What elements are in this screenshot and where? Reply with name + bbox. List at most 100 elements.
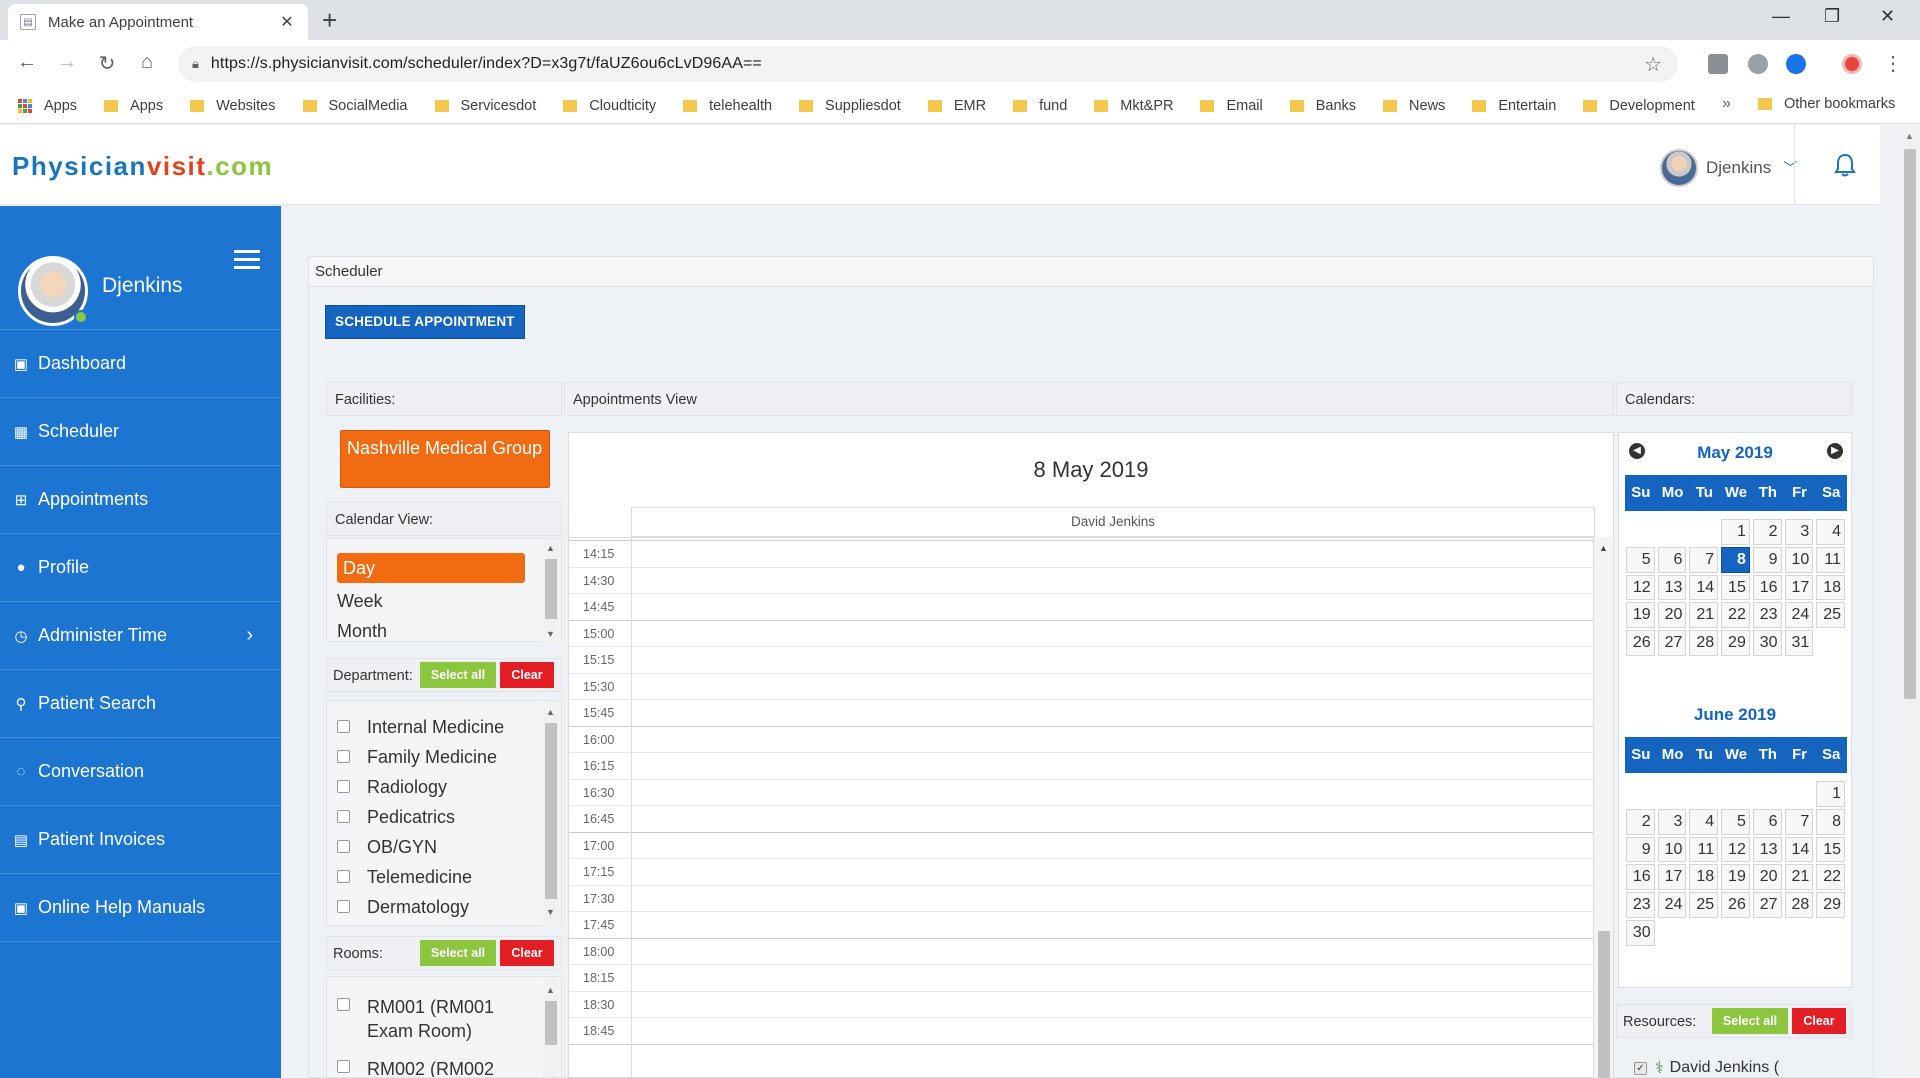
time-slot-row[interactable]: 16:45: [569, 806, 1593, 833]
calendar-day[interactable]: 25: [1689, 892, 1719, 918]
browser-tab[interactable]: ▤ Make an Appointment ✕: [8, 4, 308, 40]
calendar-day[interactable]: 2: [1752, 519, 1782, 545]
scroll-up-arrow-icon[interactable]: ▲: [546, 985, 555, 995]
time-slot-row[interactable]: 14:30: [569, 568, 1593, 594]
calendar-day[interactable]: 26: [1626, 630, 1655, 656]
calendar-day[interactable]: 19: [1721, 864, 1750, 891]
calendar-day[interactable]: 21: [1689, 602, 1719, 629]
address-bar[interactable]: 🔒︎ https://s.physicianvisit.com/schedule…: [178, 46, 1678, 82]
extension-icon-2[interactable]: [1748, 54, 1768, 74]
page-scrollbar[interactable]: ▲: [1900, 125, 1920, 1078]
department-select-all-button[interactable]: Select all: [420, 662, 496, 688]
calendar-day[interactable]: 18: [1689, 864, 1719, 891]
calendar-day[interactable]: 19: [1626, 602, 1655, 629]
calendar-day[interactable]: 2: [1626, 808, 1655, 835]
rooms-select-all-button[interactable]: Select all: [420, 940, 496, 966]
calendar-day[interactable]: 14: [1784, 836, 1814, 863]
department-clear-button[interactable]: Clear: [500, 662, 554, 688]
calendar-day[interactable]: 7: [1689, 546, 1719, 573]
rooms-scrollbar[interactable]: ▲: [543, 977, 559, 1077]
checkbox[interactable]: [337, 840, 350, 853]
resources-clear-button[interactable]: Clear: [1792, 1008, 1846, 1034]
checkbox[interactable]: [337, 1060, 350, 1073]
sidebar-item-scheduler[interactable]: ▦ Scheduler: [0, 398, 281, 466]
calendar-day[interactable]: 29: [1721, 630, 1750, 656]
checkbox[interactable]: [337, 998, 350, 1011]
scroll-thumb[interactable]: [545, 723, 557, 899]
calendar-day[interactable]: 8: [1816, 808, 1845, 835]
checkbox[interactable]: [337, 810, 350, 823]
calendar-day[interactable]: 10: [1784, 546, 1814, 573]
browser-menu-icon[interactable]: ⋮: [1880, 51, 1906, 76]
calendar-day[interactable]: 13: [1752, 836, 1782, 863]
time-slot-row[interactable]: 18:45: [569, 1018, 1593, 1045]
time-slot-row[interactable]: 16:15: [569, 753, 1593, 780]
bookmark-folder[interactable]: News: [1383, 98, 1445, 114]
calendar-day[interactable]: 14: [1689, 574, 1719, 601]
room-item[interactable]: RM002 (RM002: [337, 1057, 527, 1077]
time-slot-row[interactable]: 15:15: [569, 647, 1593, 674]
bookmark-folder[interactable]: Banks: [1289, 98, 1356, 114]
calendar-day[interactable]: 31: [1784, 630, 1814, 656]
bookmark-folder[interactable]: Cloudticity: [563, 98, 656, 114]
calendar-day[interactable]: 16: [1752, 574, 1782, 601]
calendar-day[interactable]: 6: [1752, 808, 1782, 835]
time-slot-row[interactable]: 17:15: [569, 859, 1593, 886]
restore-window-icon[interactable]: ❐: [1824, 6, 1840, 27]
bookmark-folder[interactable]: telehealth: [683, 98, 772, 114]
checkbox[interactable]: [337, 750, 350, 763]
calendar-view-month[interactable]: Month: [337, 621, 387, 642]
calendar-day[interactable]: 12: [1626, 574, 1655, 601]
calendar-day[interactable]: 22: [1721, 602, 1750, 629]
bookmark-folder[interactable]: fund: [1013, 98, 1067, 114]
minimize-window-icon[interactable]: —: [1772, 6, 1790, 27]
more-bookmarks-button[interactable]: »: [1722, 95, 1731, 113]
close-tab-icon[interactable]: ✕: [278, 12, 296, 32]
calendar-day[interactable]: 4: [1689, 808, 1719, 835]
bookmark-star-icon[interactable]: ☆: [1644, 52, 1662, 77]
calendar-day[interactable]: 1: [1816, 781, 1845, 807]
calendar-day[interactable]: 15: [1721, 574, 1750, 601]
calendar-day[interactable]: 20: [1752, 864, 1782, 891]
calendar-day[interactable]: 24: [1657, 892, 1687, 918]
time-slot-row[interactable]: 16:30: [569, 780, 1593, 806]
calendar-day[interactable]: 5: [1721, 808, 1750, 835]
time-slot-row[interactable]: 15:45: [569, 700, 1593, 727]
calendar-day[interactable]: 30: [1626, 920, 1655, 946]
bookmark-folder[interactable]: Apps: [104, 98, 163, 114]
sidebar-item-appointments[interactable]: ⊞ Appointments: [0, 466, 281, 534]
checkbox-checked[interactable]: ✓: [1634, 1061, 1647, 1075]
bookmark-folder[interactable]: Development: [1583, 98, 1695, 114]
bookmark-folder[interactable]: Suppliesdot: [799, 98, 901, 114]
notification-bell-icon[interactable]: [1834, 153, 1856, 177]
calendar-view-scrollbar[interactable]: ▲ ▼: [543, 539, 559, 643]
sidebar-item-online-help-manuals[interactable]: ▣ Online Help Manuals: [0, 874, 281, 942]
back-arrow-icon[interactable]: ←: [14, 51, 40, 74]
calendar-day[interactable]: 17: [1784, 574, 1814, 601]
calendar-day[interactable]: 29: [1816, 892, 1845, 918]
calendar-day-selected[interactable]: 8: [1721, 546, 1750, 573]
time-slot-row[interactable]: 18:15: [569, 965, 1593, 992]
department-item[interactable]: Family Medicine: [337, 747, 497, 768]
scroll-up-arrow-icon[interactable]: ▲: [1905, 131, 1914, 141]
calendar-day[interactable]: 23: [1626, 892, 1655, 918]
calendar-day[interactable]: 11: [1689, 836, 1719, 863]
other-bookmarks[interactable]: Other bookmarks: [1758, 96, 1895, 112]
home-icon[interactable]: ⌂: [134, 51, 160, 74]
page-scroll-thumb[interactable]: [1904, 149, 1916, 699]
checkbox[interactable]: [337, 720, 350, 733]
calendar-day[interactable]: 3: [1784, 519, 1814, 545]
time-slot-row[interactable]: 14:45: [569, 594, 1593, 621]
new-tab-button[interactable]: +: [322, 6, 337, 34]
calendar-day[interactable]: 4: [1816, 519, 1845, 545]
bookmark-folder[interactable]: EMR: [927, 98, 986, 114]
calendar-day[interactable]: 23: [1752, 602, 1782, 629]
extension-icon-4[interactable]: [1842, 54, 1862, 74]
calendar-day[interactable]: 22: [1816, 864, 1845, 891]
calendar-day[interactable]: 16: [1626, 864, 1655, 891]
calendar-day[interactable]: 7: [1784, 808, 1814, 835]
time-slot-row[interactable]: 17:30: [569, 886, 1593, 912]
calendar-day[interactable]: 17: [1657, 864, 1687, 891]
scroll-thumb[interactable]: [1598, 931, 1610, 1078]
extension-icon-3[interactable]: [1786, 54, 1806, 74]
